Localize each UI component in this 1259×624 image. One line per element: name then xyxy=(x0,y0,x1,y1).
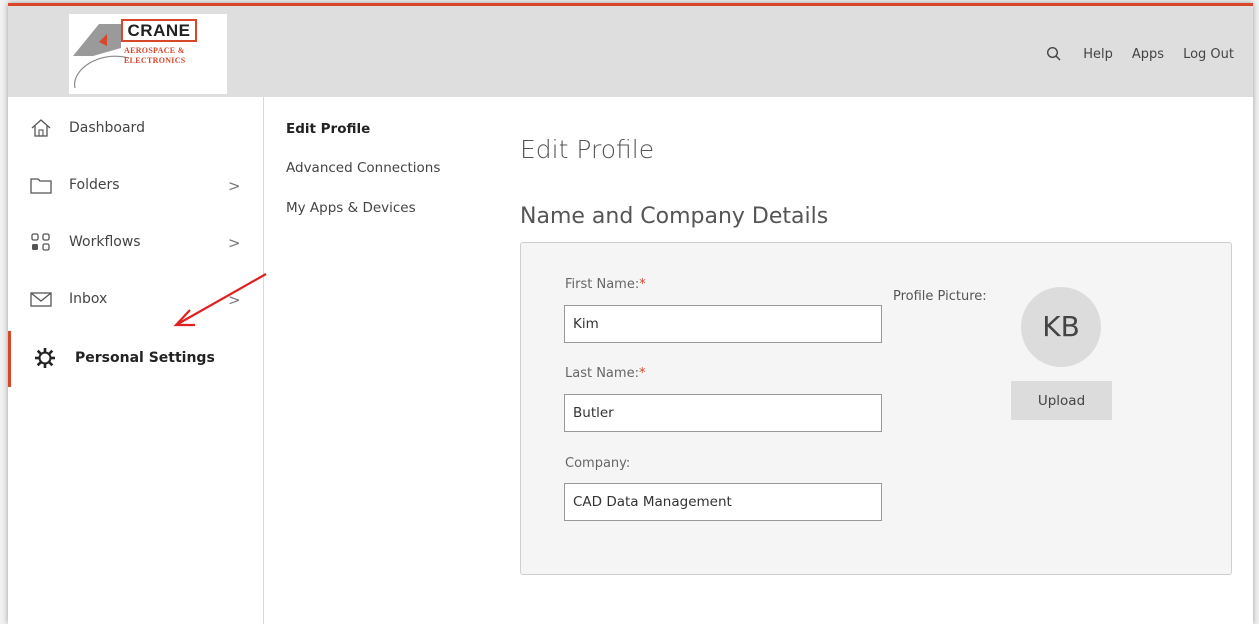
subnav-my-apps-devices[interactable]: My Apps & Devices xyxy=(286,200,416,216)
logout-link[interactable]: Log Out xyxy=(1183,47,1234,62)
sidebar-item-label: Inbox xyxy=(69,291,108,307)
section-title: Name and Company Details xyxy=(520,204,829,229)
subnav-advanced-connections[interactable]: Advanced Connections xyxy=(286,160,440,176)
mail-icon xyxy=(30,289,52,309)
sidebar-item-personal-settings[interactable]: Personal Settings xyxy=(8,331,263,387)
crane-logo[interactable]: CRANE AEROSPACE & ELECTRONICS xyxy=(69,14,227,94)
last-name-label: Last Name:* xyxy=(565,366,645,381)
gear-icon xyxy=(34,347,57,369)
sidebar-item-label: Personal Settings xyxy=(75,350,215,366)
sidebar: Dashboard Folders > Workflows > Inbox > … xyxy=(8,97,264,624)
sidebar-item-label: Workflows xyxy=(69,234,141,250)
app-window: CRANE AEROSPACE & ELECTRONICS Help Apps … xyxy=(8,3,1253,624)
first-name-label-text: First Name: xyxy=(565,277,640,292)
home-icon xyxy=(30,118,52,138)
last-name-label-text: Last Name: xyxy=(565,366,639,381)
chevron-right-icon[interactable]: > xyxy=(228,234,241,252)
required-marker: * xyxy=(639,277,646,292)
sidebar-item-workflows[interactable]: Workflows > xyxy=(8,217,263,267)
first-name-input[interactable] xyxy=(564,305,882,343)
company-label: Company: xyxy=(565,456,631,471)
sidebar-item-folders[interactable]: Folders > xyxy=(8,160,263,210)
folder-icon xyxy=(30,175,52,195)
sidebar-item-dashboard[interactable]: Dashboard xyxy=(8,103,263,153)
page-title: Edit Profile xyxy=(520,135,655,164)
profile-picture-label: Profile Picture: xyxy=(893,289,987,304)
logo-subtitle-line2: ELECTRONICS xyxy=(124,56,186,65)
top-navigation: Help Apps Log Out xyxy=(1046,46,1234,62)
avatar: KB xyxy=(1021,287,1101,367)
subnav-edit-profile[interactable]: Edit Profile xyxy=(286,121,370,137)
sidebar-item-label: Folders xyxy=(69,177,120,193)
logo-title: CRANE xyxy=(121,19,197,42)
chevron-right-icon[interactable]: > xyxy=(228,177,241,195)
required-marker: * xyxy=(638,366,646,381)
workflow-icon xyxy=(30,232,52,252)
sidebar-item-label: Dashboard xyxy=(69,120,145,136)
header-bar: CRANE AEROSPACE & ELECTRONICS Help Apps … xyxy=(8,6,1253,97)
last-name-input[interactable] xyxy=(564,394,882,432)
company-input[interactable] xyxy=(564,483,882,521)
name-company-panel: First Name:* Last Name:* Company: Profil… xyxy=(520,242,1232,575)
search-icon[interactable] xyxy=(1046,46,1062,62)
first-name-label: First Name:* xyxy=(565,277,646,292)
logo-subtitle-line1: AEROSPACE & xyxy=(124,46,185,55)
annotation-arrow-icon xyxy=(173,273,267,327)
apps-link[interactable]: Apps xyxy=(1132,47,1164,62)
upload-button[interactable]: Upload xyxy=(1011,381,1112,420)
help-link[interactable]: Help xyxy=(1083,47,1113,62)
